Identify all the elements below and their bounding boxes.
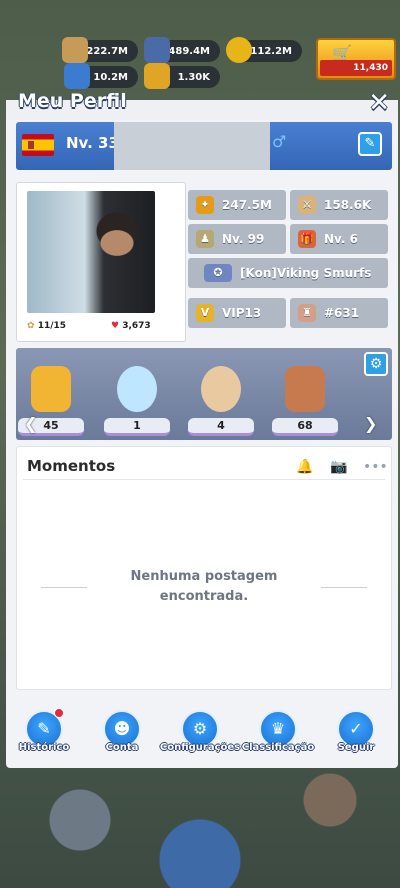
trophy-seven-icon xyxy=(31,366,71,412)
vip-value: VIP13 xyxy=(222,306,262,320)
nav-label: Seguir xyxy=(337,742,375,753)
rank-icon: ♜ xyxy=(298,304,316,322)
kills-stat[interactable]: ⚔ 158.6K xyxy=(290,190,388,220)
close-icon[interactable]: ✕ xyxy=(368,88,390,118)
nav-label: Classificação xyxy=(241,742,315,753)
resource-card[interactable]: 1.30K xyxy=(144,63,220,89)
empty-line-2: encontrada. xyxy=(159,589,249,604)
camera-icon[interactable]: 📷 xyxy=(329,459,349,475)
player-level: Nv. 33 xyxy=(66,134,119,152)
nav-label: Configurações xyxy=(159,742,241,753)
gold-coin-icon xyxy=(226,37,252,63)
trophy-shelf: ⚙ 45 1 4 68 xyxy=(16,348,392,440)
resource-oil[interactable]: 10.2M xyxy=(64,63,138,89)
resource-gold-value: 112.2M xyxy=(250,45,292,57)
avatar-card[interactable]: ✿ 11/15 ♥ 3,673 xyxy=(16,182,186,342)
commander-level-stat[interactable]: ♟ Nv. 99 xyxy=(188,224,286,254)
resource-gold[interactable]: 112.2M xyxy=(226,37,302,63)
cup-trophy-icon xyxy=(285,366,325,412)
commander-icon: ♟ xyxy=(196,230,214,248)
nav-historico-button[interactable]: ✎ Histórico xyxy=(6,708,82,760)
power-icon: ✦ xyxy=(196,196,214,214)
resource-iron[interactable]: 489.4M xyxy=(144,37,220,63)
ghost-trophy-icon xyxy=(117,366,157,412)
trophy-item[interactable]: 1 xyxy=(104,366,170,436)
nav-configuracoes-button[interactable]: ⚙ Configurações xyxy=(160,710,240,760)
vip-badge-icon: V xyxy=(196,304,214,322)
empty-line-1: Nenhuma postagem xyxy=(130,569,278,584)
alliance-emblem-icon: ✪ xyxy=(204,264,232,282)
divider xyxy=(23,479,385,480)
scroll-right-icon[interactable]: ❯ xyxy=(364,414,382,434)
bell-icon[interactable]: 🔔 xyxy=(295,459,315,475)
trophy-count: 4 xyxy=(188,418,254,436)
vip-stat[interactable]: V VIP13 xyxy=(188,298,286,328)
profile-header: Nv. 33 ♂ ✎ xyxy=(16,122,392,170)
shop-button[interactable]: 🛒 11,430 xyxy=(316,38,396,80)
empty-state-message: Nenhuma postagem encontrada. xyxy=(17,567,391,607)
avatar[interactable] xyxy=(27,191,155,313)
shop-balance: 11,430 xyxy=(320,60,392,76)
male-gender-icon: ♂ xyxy=(272,132,287,151)
trophy-settings-icon[interactable]: ⚙ xyxy=(364,352,388,376)
gift-level-value: Nv. 6 xyxy=(324,232,358,246)
spain-flag-icon xyxy=(22,134,54,156)
oil-barrel-icon xyxy=(64,63,90,89)
power-stat[interactable]: ✦ 247.5M xyxy=(188,190,286,220)
resource-bread[interactable]: 222.7M xyxy=(62,37,138,63)
resource-oil-value: 10.2M xyxy=(93,71,128,83)
more-icon[interactable]: ••• xyxy=(363,459,388,475)
rank-stat[interactable]: ♜ #631 xyxy=(290,298,388,328)
nav-seguir-button[interactable]: ✓ Seguir xyxy=(318,710,394,760)
gift-level-stat[interactable]: 🎁 Nv. 6 xyxy=(290,224,388,254)
moments-title: Momentos xyxy=(27,457,116,475)
rank-value: #631 xyxy=(324,306,360,320)
nav-classificacao-button[interactable]: ♛ Classificação xyxy=(240,710,316,760)
likes-stat: ✿ 11/15 xyxy=(27,321,66,331)
alliance-stat[interactable]: ✪ [Kon]Viking Smurfs xyxy=(188,258,388,288)
alliance-name: [Kon]Viking Smurfs xyxy=(240,266,372,280)
nav-label: Histórico xyxy=(18,742,70,753)
power-value: 247.5M xyxy=(222,198,272,212)
panel-title: Meu Perfil xyxy=(18,90,127,112)
trophy-item[interactable]: 4 xyxy=(188,366,254,436)
likes-value: 11/15 xyxy=(37,321,67,331)
trophy-count: 68 xyxy=(272,418,338,436)
edit-profile-icon[interactable]: ✎ xyxy=(358,132,382,156)
commander-level-value: Nv. 99 xyxy=(222,232,265,246)
teacup-trophy-icon xyxy=(201,366,241,412)
nav-label: Conta xyxy=(105,742,139,753)
notification-dot xyxy=(54,708,64,718)
nav-conta-button[interactable]: ☻ Conta xyxy=(84,710,160,760)
trophy-count: 1 xyxy=(104,418,170,436)
iron-icon xyxy=(144,37,170,63)
gift-icon: 🎁 xyxy=(298,230,316,248)
kills-value: 158.6K xyxy=(324,198,372,212)
resource-bread-value: 222.7M xyxy=(86,45,128,57)
hearts-value: 3,673 xyxy=(122,321,151,331)
bread-icon xyxy=(62,37,88,63)
trophy-item[interactable]: 68 xyxy=(272,366,338,436)
redacted-name xyxy=(114,122,270,170)
crossed-swords-icon: ⚔ xyxy=(298,196,316,214)
resource-iron-value: 489.4M xyxy=(168,45,210,57)
resource-card-value: 1.30K xyxy=(177,71,210,83)
card-icon xyxy=(144,63,170,89)
thumbs-icon: ✿ xyxy=(27,321,35,331)
scroll-left-icon[interactable]: ❮ xyxy=(24,414,42,434)
profile-panel: Meu Perfil ✕ Nv. 33 ♂ ✎ ✿ 11/15 ♥ 3,673 … xyxy=(6,88,398,768)
heart-icon: ♥ xyxy=(111,321,120,331)
hearts-stat: ♥ 3,673 xyxy=(111,321,151,331)
moments-section: Momentos 🔔 📷 ••• Nenhuma postagem encont… xyxy=(16,446,392,690)
